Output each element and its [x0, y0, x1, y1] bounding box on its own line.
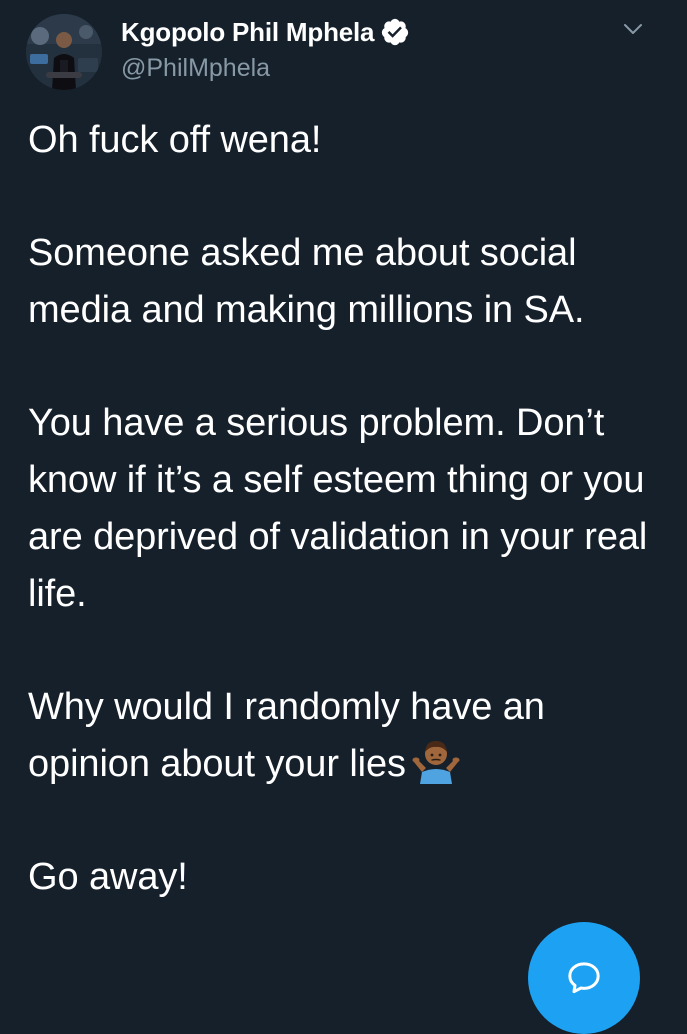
tweet-card: Kgopolo Phil Mphela @PhilMphela Oh fuck … — [0, 0, 687, 1034]
tweet-paragraph: Someone asked me about social media and … — [28, 232, 585, 332]
reply-button[interactable] — [528, 922, 640, 1034]
chevron-down-icon[interactable] — [620, 16, 646, 42]
tweet-paragraph: Go away! — [28, 856, 188, 899]
tweet-paragraph: You have a serious problem. Don’t know i… — [28, 402, 648, 615]
verified-badge-icon — [380, 17, 410, 47]
tweet-text: Oh fuck off wena! Someone asked me about… — [28, 112, 668, 906]
tweet-paragraph: Oh fuck off wena! — [28, 119, 322, 161]
author-name-row[interactable]: Kgopolo Phil Mphela — [121, 15, 410, 49]
person-shrugging-icon — [412, 736, 460, 784]
profile-photo-icon — [26, 14, 102, 90]
tweet-paragraph-with-emoji: Why would I randomly have an opinion abo… — [28, 679, 668, 792]
tweet-paragraph: Why would I randomly have an opinion abo… — [28, 685, 545, 785]
author-handle[interactable]: @PhilMphela — [121, 54, 270, 83]
reply-bubble-icon — [568, 962, 600, 994]
display-name[interactable]: Kgopolo Phil Mphela — [121, 17, 374, 48]
avatar[interactable] — [26, 14, 102, 90]
